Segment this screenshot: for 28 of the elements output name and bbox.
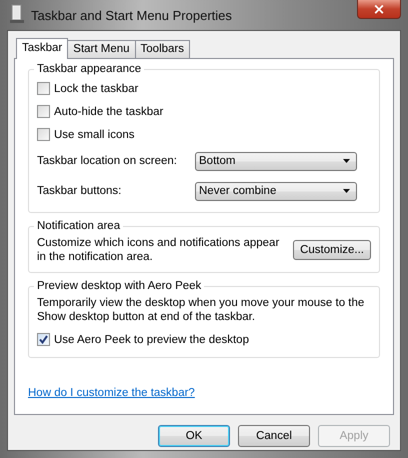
window-title: Taskbar and Start Menu Properties: [31, 8, 232, 22]
checkbox-label: Use small icons: [54, 128, 135, 140]
field-label: Taskbar buttons:: [37, 185, 122, 197]
checkbox-label: Auto-hide the taskbar: [54, 106, 164, 118]
checkbox-label: Use Aero Peek to preview the desktop: [54, 334, 249, 346]
checkbox[interactable]: [37, 333, 50, 346]
dropdown[interactable]: Never combine: [195, 182, 357, 200]
tab[interactable]: Taskbar: [16, 38, 68, 59]
dialog-button[interactable]: Cancel: [238, 425, 310, 447]
description-text: Customize which icons and notifications appear in the notification area.: [37, 236, 280, 264]
field-label: Taskbar location on screen:: [37, 155, 178, 167]
tab[interactable]: Toolbars: [134, 40, 190, 58]
group-title: Taskbar appearance: [34, 63, 144, 75]
dialog-button[interactable]: OK: [158, 425, 230, 447]
checkbox[interactable]: [37, 105, 50, 118]
checkbox[interactable]: [37, 82, 50, 95]
help-link[interactable]: How do I customize the taskbar?: [28, 387, 195, 399]
checkbox-label: Lock the taskbar: [54, 82, 138, 94]
customize-button[interactable]: Customize...: [293, 240, 371, 260]
dropdown-arrow-icon: [343, 189, 350, 193]
group-title: Notification area: [34, 220, 124, 232]
dropdown[interactable]: Bottom: [195, 152, 357, 170]
group-title: Preview desktop with Aero Peek: [34, 280, 204, 292]
dropdown-arrow-icon: [343, 159, 350, 163]
description-text: Temporarily view the desktop when you move your mouse to the Show desktop button at end of the taskbar.: [37, 296, 366, 325]
close-button[interactable]: ×: [357, 0, 401, 19]
checkbox[interactable]: [37, 128, 50, 141]
tab[interactable]: Start Menu: [67, 40, 136, 58]
